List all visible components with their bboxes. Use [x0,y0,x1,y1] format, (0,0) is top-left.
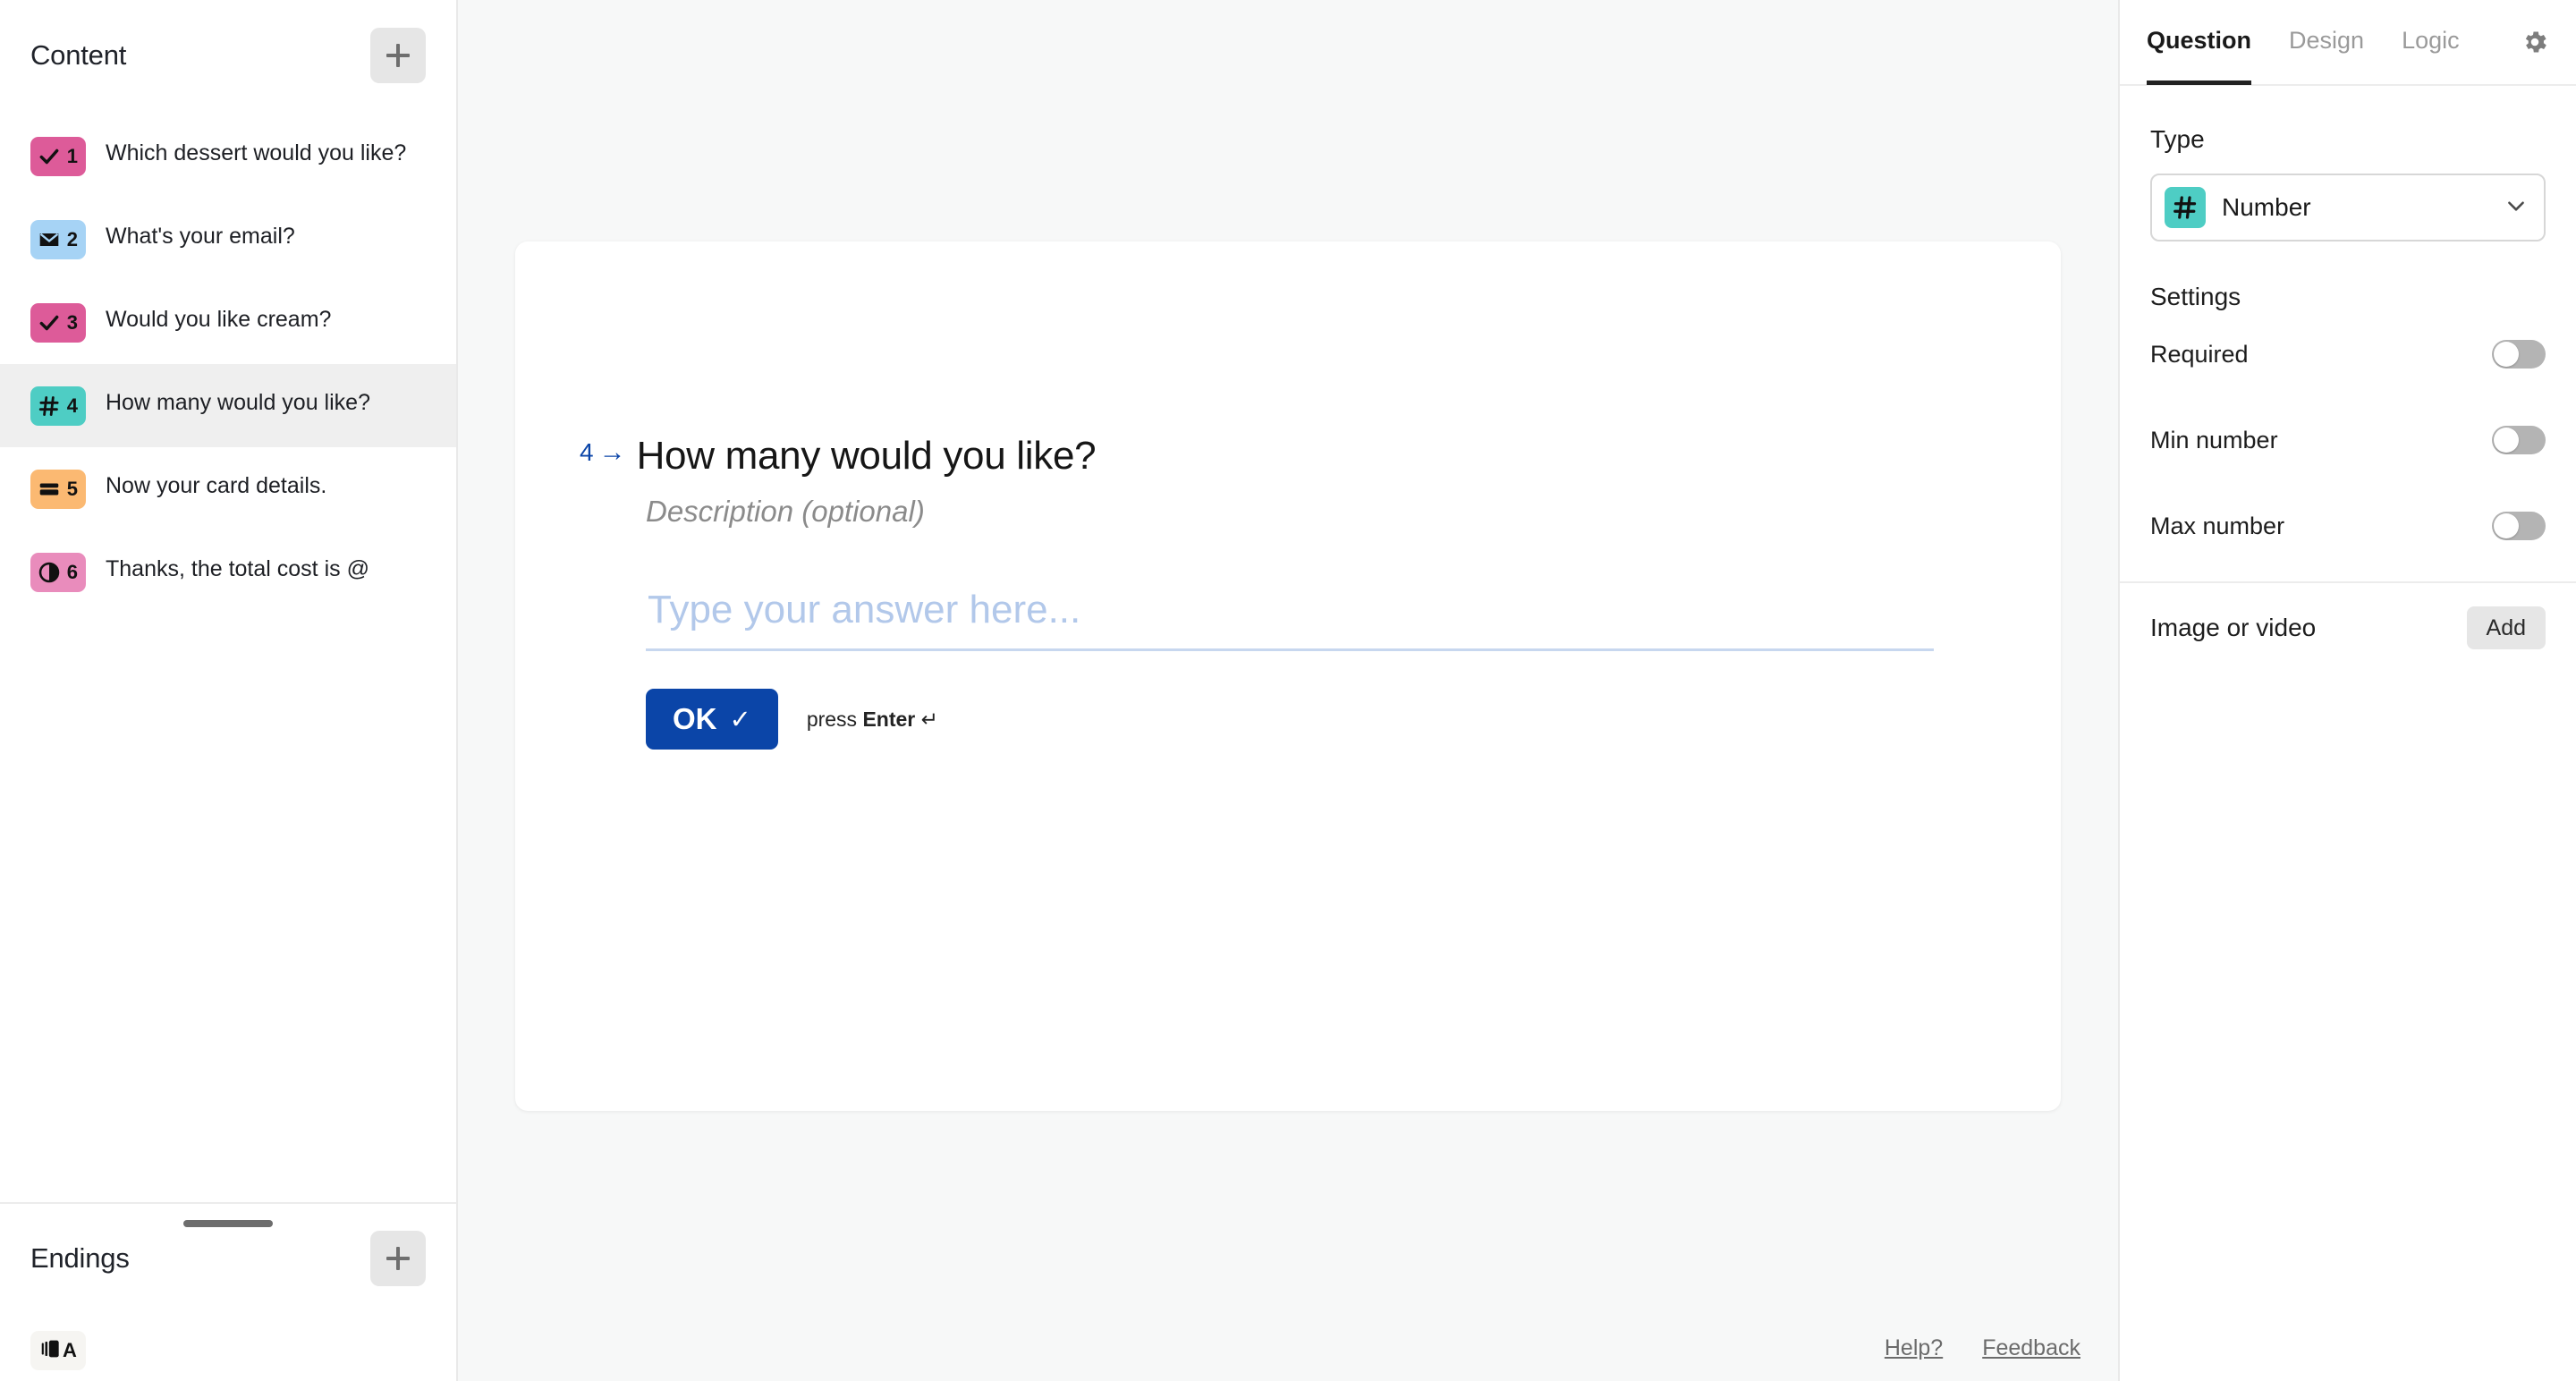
question-badge: 3 [30,303,86,343]
canvas-footer-links: Help? Feedback [1885,1335,2080,1361]
answer-input[interactable] [646,588,1934,651]
setting-label: Min number [2150,426,2278,453]
setting-label: Max number [2150,512,2285,539]
hint-key: Enter [862,707,916,731]
help-link[interactable]: Help? [1885,1335,1943,1361]
left-sidebar: Content 1 Which dessert would you like? [0,0,458,1381]
check-icon [38,145,61,168]
question-badge: 6 [30,553,86,592]
hash-icon [2165,187,2206,228]
add-media-button[interactable]: Add [2466,606,2546,649]
submit-row: OK ✓ press Enter ↵ [646,689,1962,750]
question-title: Which dessert would you like? [106,140,407,165]
question-number: 4 [66,394,78,417]
question-number: 6 [66,561,78,583]
question-title: What's your email? [106,224,295,249]
list-item[interactable]: 3 Would you like cream? [0,281,456,364]
pages-icon [39,1337,63,1365]
toggle-knob [2494,513,2519,538]
sidebar-drag-handle[interactable] [183,1220,273,1227]
plus-icon [386,44,410,67]
image-or-video-row: Image or video Add [2120,583,2576,673]
required-toggle[interactable] [2492,340,2546,369]
list-item-selected[interactable]: 4 How many would you like? [0,364,456,447]
question-headline-row: 4 → How many would you like? [580,434,1962,479]
tab-question[interactable]: Question [2147,0,2252,85]
question-preview-card: 4 → How many would you like? Description… [515,241,2061,1111]
list-item[interactable]: 2 What's your email? [0,198,456,281]
setting-row-required: Required [2120,311,2576,397]
ending-badge: A [30,1331,86,1370]
tab-logic[interactable]: Logic [2402,0,2460,85]
endings-list: A [0,1313,456,1381]
preview-canvas: 4 → How many would you like? Description… [458,0,2118,1381]
content-panel-header: Content [0,0,456,111]
list-item[interactable]: A [0,1320,456,1381]
question-block: 4 → How many would you like? Description… [580,434,1962,750]
right-settings-panel: Question Design Logic Type Number Settin… [2118,0,2576,1381]
content-question-list: 1 Which dessert would you like? 2 What's… [0,111,456,1202]
ok-button-label: OK [673,702,717,735]
question-index: 4 → [580,438,626,467]
gear-icon[interactable] [2521,28,2549,56]
type-selected-value: Number [2222,193,2311,221]
ending-letter: A [63,1339,77,1361]
chevron-down-icon [2504,194,2528,222]
media-label: Image or video [2150,614,2317,641]
question-number: 3 [66,311,78,334]
panel-tabs: Question Design Logic [2120,0,2576,86]
settings-section-title: Settings [2150,283,2241,310]
question-badge: 4 [30,386,86,426]
check-icon: ✓ [729,705,751,734]
max-number-toggle[interactable] [2492,512,2546,540]
type-select[interactable]: Number [2150,174,2546,241]
question-title: Would you like cream? [106,307,332,332]
hash-icon [38,394,61,418]
question-title: Thanks, the total cost is @ [106,556,369,581]
ok-button[interactable]: OK ✓ [646,689,778,750]
add-ending-button[interactable] [370,1231,426,1286]
question-title: Now your card details. [106,473,327,498]
arrow-right-icon: → [598,437,626,467]
feedback-link[interactable]: Feedback [1982,1335,2080,1361]
question-number: 1 [66,145,78,167]
plus-icon [386,1247,410,1270]
type-section-title: Type [2150,125,2205,153]
return-key-icon: ↵ [920,707,938,731]
min-number-toggle[interactable] [2492,426,2546,454]
app-root: Content 1 Which dessert would you like? [0,0,2576,1381]
setting-row-max-number: Max number [2120,483,2576,569]
hint-prefix: press [806,707,863,731]
question-index-number: 4 [580,438,594,466]
setting-row-min-number: Min number [2120,397,2576,483]
question-number: 5 [66,478,78,500]
toggle-knob [2494,428,2519,453]
question-number: 2 [66,228,78,250]
toggle-knob [2494,342,2519,367]
content-panel-title: Content [30,39,127,71]
list-item[interactable]: 6 Thanks, the total cost is @ [0,530,456,614]
question-title: How many would you like? [106,390,370,415]
type-select-wrapper: Number [2120,154,2576,241]
check-icon [38,311,61,335]
envelope-icon [38,228,61,251]
credit-card-icon [38,478,61,501]
answer-field-wrapper [646,588,1934,651]
contrast-circle-icon [38,561,61,584]
add-content-button[interactable] [370,28,426,83]
question-badge: 1 [30,137,86,176]
tab-design[interactable]: Design [2289,0,2364,85]
setting-label: Required [2150,340,2249,368]
list-item[interactable]: 1 Which dessert would you like? [0,114,456,198]
endings-panel-title: Endings [30,1242,130,1274]
list-item[interactable]: 5 Now your card details. [0,447,456,530]
question-headline[interactable]: How many would you like? [637,434,1097,479]
question-description[interactable]: Description (optional) [646,495,1962,529]
question-badge: 5 [30,470,86,509]
press-enter-hint: press Enter ↵ [807,707,938,732]
question-badge: 2 [30,220,86,259]
sidebar-splitter: Endings A [0,1202,456,1381]
settings-section: Settings Required Min number Max number … [2120,241,2576,673]
